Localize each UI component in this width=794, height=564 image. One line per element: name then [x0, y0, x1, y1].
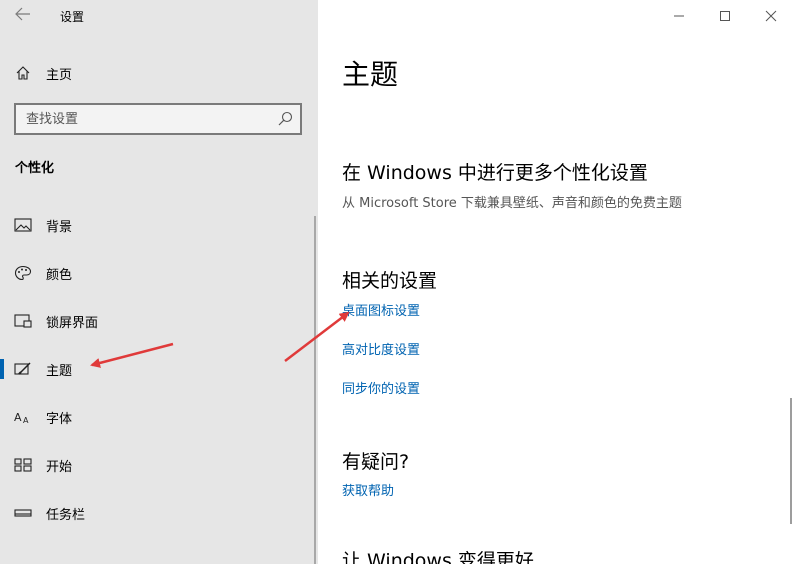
related-settings-heading: 相关的设置 [342, 270, 438, 292]
sidebar-scrollbar[interactable] [314, 216, 316, 564]
back-arrow-icon [15, 7, 30, 21]
selection-indicator [0, 359, 4, 379]
sidebar-item-themes[interactable]: 主题 [0, 349, 318, 389]
page-title: 主题 [342, 58, 399, 91]
back-button[interactable] [12, 7, 34, 25]
palette-icon [14, 265, 32, 281]
title-bar: 设置 [0, 0, 318, 32]
search-icon[interactable] [277, 111, 293, 127]
more-personalization-heading: 在 Windows 中进行更多个性化设置 [342, 162, 648, 184]
sidebar-item-fonts[interactable]: A A 字体 [0, 397, 318, 437]
more-personalization-description: 从 Microsoft Store 下载兼具壁纸、声音和颜色的免费主题 [342, 196, 682, 211]
sidebar-item-label: 开始 [46, 460, 73, 475]
home-icon [16, 66, 30, 80]
search-input[interactable] [16, 105, 268, 133]
minimize-icon [674, 15, 684, 17]
start-grid-icon [14, 458, 32, 472]
minimize-button[interactable] [656, 0, 702, 32]
sidebar-item-background[interactable]: 背景 [0, 205, 318, 245]
high-contrast-settings-link[interactable]: 高对比度设置 [342, 339, 420, 358]
sidebar-item-label: 任务栏 [46, 508, 86, 523]
sidebar-item-lock-screen[interactable]: 锁屏界面 [0, 301, 318, 341]
get-help-link[interactable]: 获取帮助 [342, 480, 394, 499]
main-scrollbar[interactable] [790, 398, 792, 524]
picture-icon [14, 218, 32, 232]
taskbar-icon [14, 509, 32, 517]
sync-settings-link[interactable]: 同步你的设置 [342, 378, 420, 397]
window-controls [656, 0, 794, 32]
sidebar-item-label: 字体 [46, 412, 73, 427]
close-icon [765, 10, 777, 22]
settings-sidebar: 设置 主页 个性化 背景 颜色 [0, 0, 318, 564]
desktop-icon-settings-link[interactable]: 桌面图标设置 [342, 300, 420, 319]
questions-heading: 有疑问? [342, 451, 410, 473]
improve-windows-heading: 让 Windows 变得更好 [342, 550, 534, 564]
svg-text:A: A [23, 416, 29, 425]
sidebar-item-label: 主题 [46, 364, 73, 379]
svg-text:A: A [14, 411, 22, 424]
sidebar-item-taskbar[interactable]: 任务栏 [0, 493, 318, 533]
app-title: 设置 [60, 10, 85, 24]
search-box [14, 103, 302, 135]
lock-screen-icon [14, 314, 32, 328]
maximize-icon [720, 11, 730, 21]
sidebar-item-label: 锁屏界面 [46, 316, 99, 331]
main-content: 主题 在 Windows 中进行更多个性化设置 从 Microsoft Stor… [318, 0, 794, 564]
section-title: 个性化 [15, 161, 55, 176]
sidebar-item-label: 颜色 [46, 268, 73, 283]
sidebar-item-start[interactable]: 开始 [0, 445, 318, 485]
sidebar-item-colors[interactable]: 颜色 [0, 253, 318, 293]
sidebar-item-home[interactable]: 主页 [0, 58, 318, 88]
close-button[interactable] [748, 0, 794, 32]
theme-brush-icon [14, 362, 31, 375]
sidebar-item-label: 主页 [46, 68, 73, 83]
maximize-button[interactable] [702, 0, 748, 32]
font-icon: A A [14, 411, 29, 425]
sidebar-item-label: 背景 [46, 220, 73, 235]
